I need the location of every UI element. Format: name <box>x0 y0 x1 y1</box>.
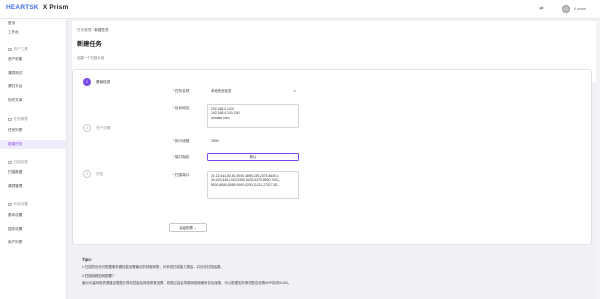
app-logo[interactable]: HEARTSK X Prism <box>6 4 68 11</box>
translate-icon[interactable]: ⇄ <box>537 4 546 13</box>
step-label: 完成 <box>96 171 104 176</box>
step-number: 3 <box>83 170 91 178</box>
step-label: 资产设置 <box>96 125 111 130</box>
target-label: *目标地址: <box>173 105 191 110</box>
sidebar-item-label: 工作台 <box>8 30 19 34</box>
scan-ports-textarea[interactable]: 21,22,444,80,81,5040,4898,135,2375,4630,… <box>207 171 299 199</box>
port-fingerprint-select[interactable]: 默认 ⌄ <box>207 153 299 161</box>
avatar[interactable] <box>561 4 570 13</box>
sidebar-group-asset-tools: 资产工具 <box>8 47 28 52</box>
chevron-down-icon: ⌄ <box>292 155 295 159</box>
breadcrumb-current: 新建任务 <box>94 28 109 32</box>
sidebar-item-scan-data[interactable]: 扫描数据 <box>0 168 66 177</box>
sidebar-group-scan-results: 扫描结果 <box>8 160 28 165</box>
step-number: 1 <box>83 78 91 86</box>
sidebar-item-home[interactable]: 首页 <box>0 19 66 28</box>
main-content: 任务管理 / 新建任务 新建任务 创建一个扫描计划 1 基础信息 2 资产设置 … <box>68 19 600 299</box>
folder-icon <box>8 47 12 52</box>
breadcrumb-parent[interactable]: 任务管理 <box>77 28 91 32</box>
exec-thread-row: *执行线程: 2500 <box>173 137 299 145</box>
tips-question: 2.扫描线程如何配置? <box>82 273 114 278</box>
tips-section: Tips: 1.扫描的优化可根据服务器性能设置最优的线程参数，对系统扫描能力提高… <box>82 257 582 288</box>
task-form-card: 1 基础信息 2 资产设置 3 完成 *任务名称: 本地安全检查 ⊗ *目标地址… <box>72 69 592 245</box>
sidebar-item-new-task[interactable]: 新建任务 <box>0 140 66 149</box>
sidebar-group-task-mgmt: 任务管理 <box>8 117 28 122</box>
task-name-row: *任务名称: 本地安全检查 ⊗ <box>173 87 299 95</box>
user-name[interactable]: X prism <box>574 7 586 11</box>
tips-title: Tips: <box>82 257 92 262</box>
sidebar: 首页 工作台 资产工具 资产收集 漏洞测试 漏扫平台 知识文库 任务管理 任务列… <box>0 19 67 299</box>
sidebar-item-basic-settings[interactable]: 基本设置 <box>0 211 66 220</box>
top-bar: HEARTSK X Prism ⇄ X prism <box>0 0 600 19</box>
sidebar-item-label: 首页 <box>8 21 16 25</box>
page-title: 新建任务 <box>77 41 102 48</box>
scan-ports-label: *扫描端口: <box>173 172 191 177</box>
settings-icon <box>8 202 12 207</box>
exec-thread-label: *执行线程: <box>173 138 191 143</box>
page-subtitle: 创建一个扫描计划 <box>77 56 105 60</box>
port-fingerprint-row: *端口指纹: 默认 ⌄ <box>173 153 299 161</box>
product-name: X Prism <box>42 4 69 11</box>
tips-line: 1.扫描的优化可根据服务器性能设置最优的线程参数，对系统扫描能力提高，并优化扫描… <box>82 265 224 269</box>
sidebar-item-asset-collect[interactable]: 资产收集 <box>0 55 66 64</box>
sidebar-item-plugin-settings[interactable]: 插件设置 <box>0 225 66 234</box>
sidebar-item-workbench[interactable]: 工作台 <box>0 28 66 37</box>
sidebar-item-task-list[interactable]: 任务列表 <box>0 126 66 135</box>
top-right-tools: ⇄ X prism <box>537 4 586 13</box>
target-row: *目标地址: 192.168.0.1/24 192.168.4.100-200 … <box>173 104 299 128</box>
sidebar-item-vuln-test[interactable]: 漏洞测试 <box>0 69 66 78</box>
sidebar-item-knowledge[interactable]: 知识文库 <box>0 96 66 105</box>
tips-line: 面对大量网络资源建议根据计算机性能及网络带宽设置，线程过高会导致网络拥堵丢包及误… <box>82 280 292 285</box>
breadcrumb: 任务管理 / 新建任务 <box>77 28 109 33</box>
clear-icon[interactable]: ⊗ <box>293 88 296 95</box>
result-icon <box>8 160 12 165</box>
sidebar-item-scan-platform[interactable]: 漏扫平台 <box>0 82 66 91</box>
logo-text: HEARTSK <box>6 4 39 11</box>
sidebar-item-user-list[interactable]: 用户列表 <box>0 238 66 247</box>
step-asset-settings[interactable]: 2 资产设置 <box>83 124 110 132</box>
task-name-label: *任务名称: <box>173 88 191 93</box>
advanced-config-button[interactable]: 高级配置 ⌄ <box>169 223 207 232</box>
task-icon <box>8 117 12 122</box>
scan-ports-row: *扫描端口: 21,22,444,80,81,5040,4898,135,237… <box>173 171 299 199</box>
step-basic-info[interactable]: 1 基础信息 <box>83 78 110 86</box>
step-label: 基础信息 <box>96 79 111 84</box>
sidebar-group-settings: 系统设置 <box>8 202 28 207</box>
step-finish[interactable]: 3 完成 <box>83 170 103 178</box>
sidebar-item-vuln-mgmt[interactable]: 漏洞管理 <box>0 182 66 191</box>
task-name-input[interactable]: 本地安全检查 ⊗ <box>207 87 299 95</box>
step-number: 2 <box>83 124 91 132</box>
target-textarea[interactable]: 192.168.0.1/24 192.168.4.100-200 domain.… <box>207 104 299 128</box>
exec-thread-input[interactable]: 2500 <box>207 137 299 145</box>
port-fingerprint-label: *端口指纹: <box>173 154 191 159</box>
